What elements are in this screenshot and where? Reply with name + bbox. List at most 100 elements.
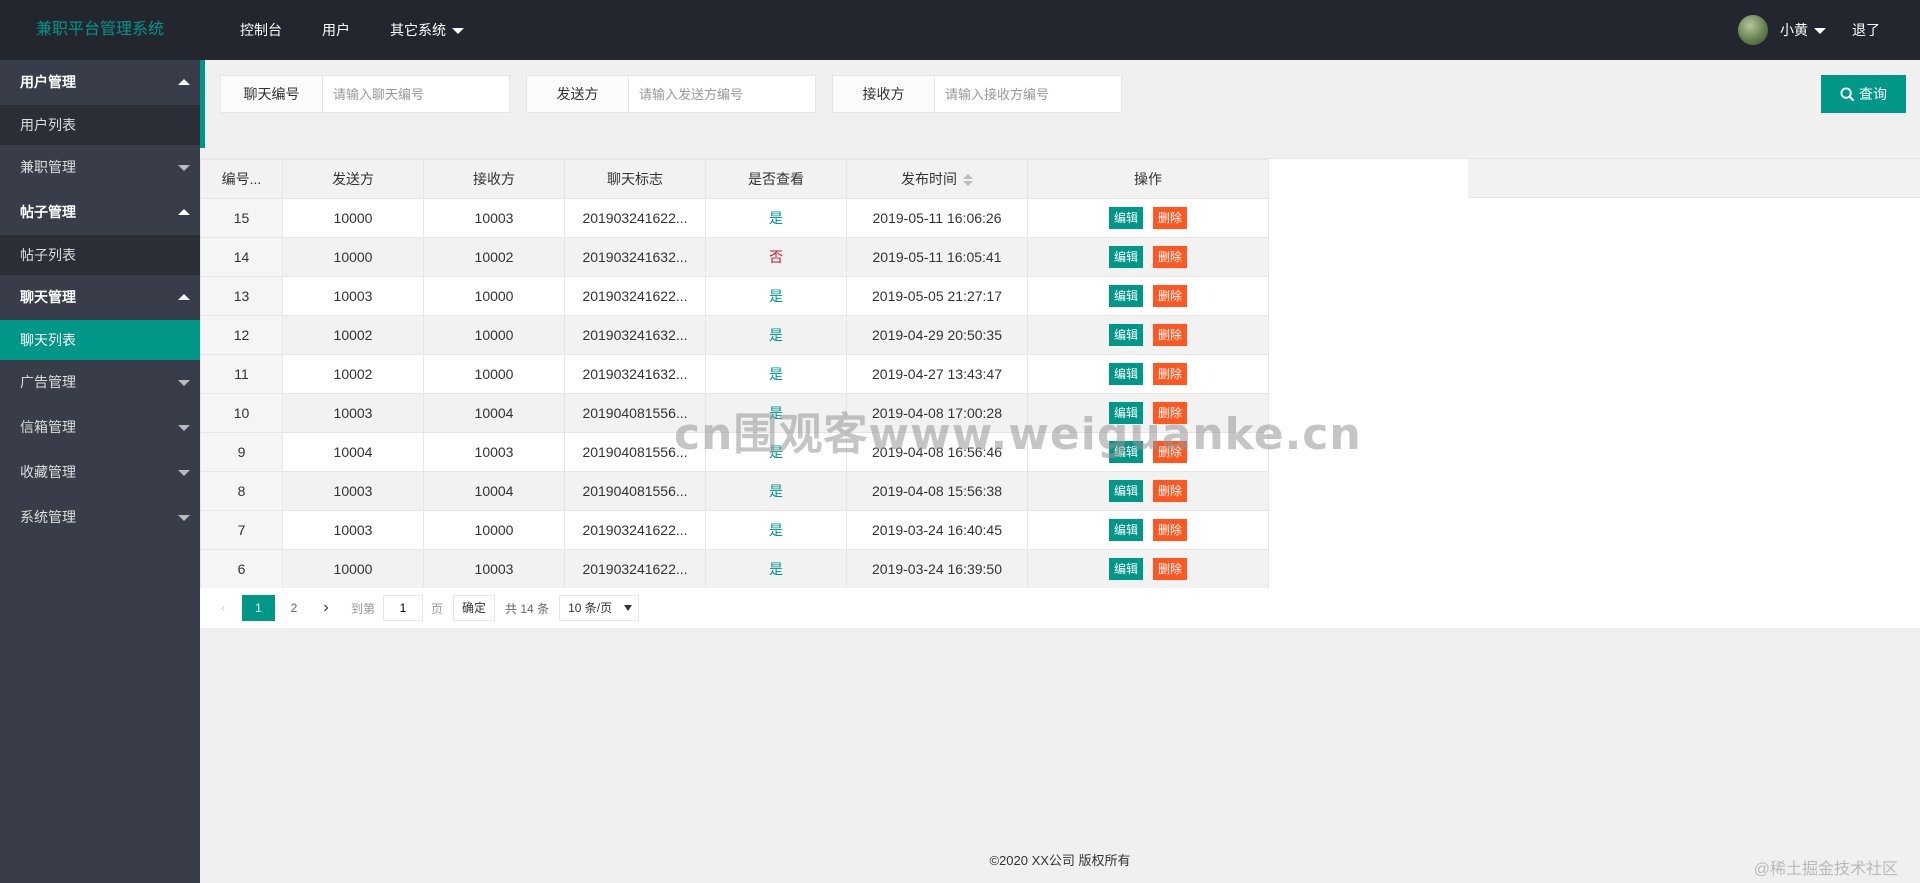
- per-page-select[interactable]: 10 条/页: [559, 595, 640, 621]
- cell-chat-flag: 201903241632...: [564, 315, 706, 355]
- edit-button[interactable]: 编辑: [1108, 402, 1143, 424]
- page-2-button[interactable]: 2: [281, 595, 307, 621]
- cell-viewed: 是: [705, 354, 847, 394]
- cell-chat-flag: 201903241622...: [564, 276, 706, 316]
- col-header-sender[interactable]: 发送方: [282, 159, 424, 199]
- edit-button[interactable]: 编辑: [1108, 480, 1143, 502]
- delete-button[interactable]: 删除: [1153, 558, 1188, 580]
- cell-sender: 10002: [282, 315, 424, 355]
- edit-button[interactable]: 编辑: [1108, 246, 1143, 268]
- sidebar-group-label: 帖子管理: [20, 204, 76, 220]
- edit-button[interactable]: 编辑: [1108, 207, 1143, 229]
- cell-viewed: 是: [705, 510, 847, 550]
- receiver-input[interactable]: [935, 76, 1121, 112]
- prev-page-button[interactable]: ‹: [210, 595, 236, 621]
- col-header-publish-time-label: 发布时间: [901, 171, 957, 187]
- table-header-filler: [1468, 159, 1920, 198]
- sidebar-item-chat-list[interactable]: 聊天列表: [0, 320, 200, 360]
- cell-publish-time: 2019-04-27 13:43:47: [846, 354, 1028, 394]
- goto-page-input[interactable]: [383, 595, 424, 621]
- app-logo[interactable]: 兼职平台管理系统: [0, 0, 200, 60]
- query-button[interactable]: 查询: [1821, 75, 1906, 113]
- receiver-filter: 接收方: [832, 75, 1122, 113]
- sidebar-group-mailbox-management[interactable]: 信箱管理: [0, 405, 200, 450]
- nav-other-systems-label: 其它系统: [390, 22, 446, 38]
- cell-receiver: 10003: [423, 549, 565, 589]
- page-1-button[interactable]: 1: [242, 595, 275, 621]
- cell-actions: 编辑 删除: [1027, 237, 1269, 277]
- col-header-publish-time[interactable]: 发布时间: [846, 159, 1028, 199]
- cell-chat-flag: 201903241622...: [564, 549, 706, 589]
- sidebar-group-system-management[interactable]: 系统管理: [0, 495, 200, 540]
- delete-button[interactable]: 删除: [1153, 246, 1188, 268]
- sidebar-group-label: 信箱管理: [20, 419, 76, 435]
- cell-id: 10: [200, 393, 283, 433]
- chat-id-input[interactable]: [323, 76, 509, 112]
- avatar[interactable]: [1738, 15, 1768, 45]
- delete-button[interactable]: 删除: [1153, 207, 1188, 229]
- delete-button[interactable]: 删除: [1153, 519, 1188, 541]
- col-header-id[interactable]: 编号...: [200, 159, 283, 199]
- sort-icon[interactable]: [963, 174, 973, 187]
- delete-button[interactable]: 删除: [1153, 441, 1188, 463]
- edit-button[interactable]: 编辑: [1108, 558, 1143, 580]
- chevron-down-icon: [178, 165, 190, 171]
- cell-viewed: 是: [705, 315, 847, 355]
- cell-receiver: 10003: [423, 198, 565, 238]
- sidebar-group-post-management[interactable]: 帖子管理: [0, 190, 200, 235]
- col-header-receiver[interactable]: 接收方: [423, 159, 565, 199]
- cell-id: 11: [200, 354, 283, 394]
- goto-confirm-button[interactable]: 确定: [453, 595, 496, 621]
- chevron-down-icon: [452, 28, 464, 35]
- nav-user[interactable]: 用户: [302, 0, 370, 60]
- delete-button[interactable]: 删除: [1153, 402, 1188, 424]
- nav-other-systems[interactable]: 其它系统: [370, 0, 484, 60]
- table-row: 11 10002 10000 201903241632... 是 2019-04-27 1…: [200, 354, 1269, 394]
- cell-publish-time: 2019-05-05 21:27:17: [846, 276, 1028, 316]
- chat-id-filter: 聊天编号: [220, 75, 510, 113]
- page-unit-label: 页: [431, 601, 444, 616]
- total-count: 共 14 条: [505, 601, 550, 616]
- sidebar-group-label: 兼职管理: [20, 159, 76, 175]
- sidebar-group-parttime-management[interactable]: 兼职管理: [0, 145, 200, 190]
- chevron-up-icon: [178, 209, 190, 215]
- cell-viewed: 是: [705, 393, 847, 433]
- cell-sender: 10003: [282, 276, 424, 316]
- sidebar-group-label: 聊天管理: [20, 289, 76, 305]
- sidebar-group-favorite-management[interactable]: 收藏管理: [0, 450, 200, 495]
- user-menu[interactable]: 小黄: [1780, 20, 1826, 40]
- table-row: 10 10003 10004 201904081556... 是 2019-04-08 1…: [200, 393, 1269, 433]
- next-page-button[interactable]: ›: [313, 595, 339, 621]
- corner-watermark: @稀土掘金技术社区: [1753, 861, 1898, 878]
- delete-button[interactable]: 删除: [1153, 480, 1188, 502]
- search-icon: [1840, 86, 1855, 101]
- sidebar-item-post-list[interactable]: 帖子列表: [0, 235, 200, 275]
- col-header-chat-flag[interactable]: 聊天标志: [564, 159, 706, 199]
- table-row: 8 10003 10004 201904081556... 是 2019-04-08 15…: [200, 471, 1269, 511]
- cell-id: 9: [200, 432, 283, 472]
- table-row: 15 10000 10003 201903241622... 是 2019-05-11 1…: [200, 198, 1269, 238]
- nav-console[interactable]: 控制台: [220, 0, 302, 60]
- logout-link[interactable]: 退了: [1852, 20, 1880, 40]
- edit-button[interactable]: 编辑: [1108, 285, 1143, 307]
- sidebar-group-label: 用户管理: [20, 74, 76, 90]
- cell-actions: 编辑 删除: [1027, 432, 1269, 472]
- sender-input[interactable]: [629, 76, 815, 112]
- edit-button[interactable]: 编辑: [1108, 441, 1143, 463]
- delete-button[interactable]: 删除: [1153, 324, 1188, 346]
- sidebar-group-ad-management[interactable]: 广告管理: [0, 360, 200, 405]
- delete-button[interactable]: 删除: [1153, 285, 1188, 307]
- sidebar-group-chat-management[interactable]: 聊天管理: [0, 275, 200, 320]
- chevron-down-icon: [178, 425, 190, 431]
- edit-button[interactable]: 编辑: [1108, 363, 1143, 385]
- edit-button[interactable]: 编辑: [1108, 324, 1143, 346]
- cell-id: 15: [200, 198, 283, 238]
- col-header-viewed[interactable]: 是否查看: [705, 159, 847, 199]
- edit-button[interactable]: 编辑: [1108, 519, 1143, 541]
- cell-viewed: 是: [705, 432, 847, 472]
- sidebar-item-user-list[interactable]: 用户列表: [0, 105, 200, 145]
- cell-publish-time: 2019-03-24 16:40:45: [846, 510, 1028, 550]
- sidebar-group-user-management[interactable]: 用户管理: [0, 60, 200, 105]
- delete-button[interactable]: 删除: [1153, 363, 1188, 385]
- cell-actions: 编辑 删除: [1027, 510, 1269, 550]
